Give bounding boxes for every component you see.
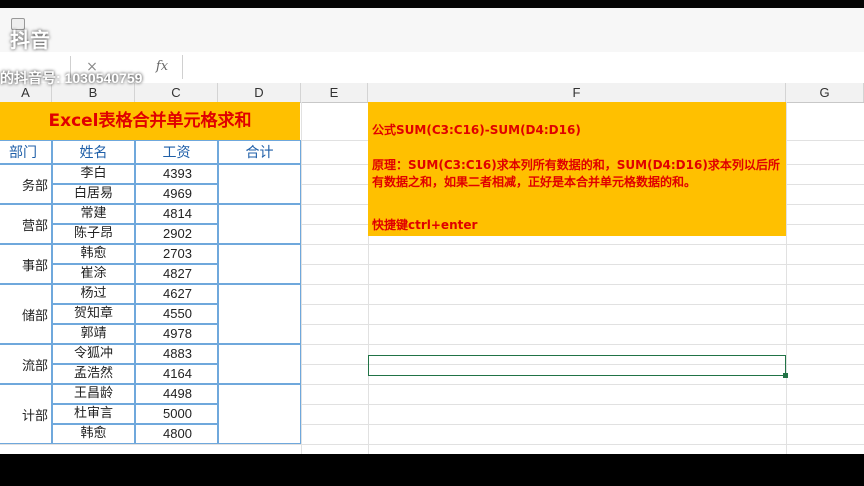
name-cell[interactable]: 孟浩然 [52,364,135,384]
header-total[interactable]: 合计 [218,140,301,164]
douyin-account-watermark: 的抖音号: 1030540759 [0,70,143,86]
name-cell[interactable]: 杨过 [52,284,135,304]
name-cell[interactable]: 郭靖 [52,324,135,344]
note-principle: 原理：SUM(C3:C16)求本列所有数据的和，SUM(D4:D16)求本列以后… [372,158,780,189]
department-cell[interactable]: 计部 [0,384,52,444]
header-department[interactable]: 部门 [0,140,52,164]
salary-cell[interactable]: 2703 [135,244,218,264]
total-cell[interactable] [218,204,301,244]
salary-cell[interactable]: 4814 [135,204,218,224]
total-cell[interactable] [218,284,301,344]
salary-cell[interactable]: 4978 [135,324,218,344]
name-cell[interactable]: 陈子昂 [52,224,135,244]
salary-cell[interactable]: 5000 [135,404,218,424]
department-cell[interactable]: 储部 [0,284,52,344]
spreadsheet-window: × fx A B C D E F G Excel表格合并单元格求和 部门 姓名 … [0,8,864,454]
salary-cell[interactable]: 4498 [135,384,218,404]
top-black-bar [0,0,864,8]
header-salary[interactable]: 工资 [135,140,218,164]
note-formula: 公式SUM(C3:C16)-SUM(D4:D16) [372,123,581,137]
name-cell[interactable]: 崔涂 [52,264,135,284]
column-header-d[interactable]: D [218,83,301,102]
department-cell[interactable]: 流部 [0,344,52,384]
column-header-f[interactable]: F [368,83,786,102]
salary-cell[interactable]: 2902 [135,224,218,244]
total-cell[interactable] [218,164,301,204]
note-shortcut: 快捷键ctrl+enter [372,218,478,232]
column-header-c[interactable]: C [135,83,218,102]
salary-cell[interactable]: 4969 [135,184,218,204]
fill-handle[interactable] [783,373,788,378]
name-cell[interactable]: 贺知章 [52,304,135,324]
douyin-watermark-logo: 抖音 [10,28,50,52]
column-header-g[interactable]: G [786,83,864,102]
salary-cell[interactable]: 4627 [135,284,218,304]
name-cell[interactable]: 李白 [52,164,135,184]
salary-cell[interactable]: 4800 [135,424,218,444]
department-cell[interactable]: 务部 [0,164,52,204]
name-cell[interactable]: 韩愈 [52,424,135,444]
name-cell[interactable]: 令狐冲 [52,344,135,364]
name-cell[interactable]: 杜审言 [52,404,135,424]
salary-cell[interactable]: 4550 [135,304,218,324]
name-cell[interactable]: 韩愈 [52,244,135,264]
total-cell[interactable] [218,384,301,444]
cell-grid[interactable]: Excel表格合并单元格求和 部门 姓名 工资 合计 务部 营部 事部 储部 流… [0,102,864,454]
table-title[interactable]: Excel表格合并单元格求和 [0,102,300,140]
selected-cell[interactable] [368,355,786,376]
formula-note-box[interactable]: 公式SUM(C3:C16)-SUM(D4:D16) 原理：SUM(C3:C16)… [368,102,786,236]
salary-cell[interactable]: 4883 [135,344,218,364]
bottom-black-bar [0,454,864,486]
name-cell[interactable]: 白居易 [52,184,135,204]
department-cell[interactable]: 事部 [0,244,52,284]
name-cell[interactable]: 常建 [52,204,135,224]
header-name[interactable]: 姓名 [52,140,135,164]
column-header-e[interactable]: E [301,83,368,102]
department-cell[interactable]: 营部 [0,204,52,244]
total-cell[interactable] [218,344,301,384]
fx-icon[interactable]: fx [152,56,172,78]
salary-cell[interactable]: 4827 [135,264,218,284]
salary-cell[interactable]: 4164 [135,364,218,384]
formula-input[interactable] [182,55,864,79]
ribbon [0,8,864,53]
salary-cell[interactable]: 4393 [135,164,218,184]
name-cell[interactable]: 王昌龄 [52,384,135,404]
total-cell[interactable] [218,244,301,284]
